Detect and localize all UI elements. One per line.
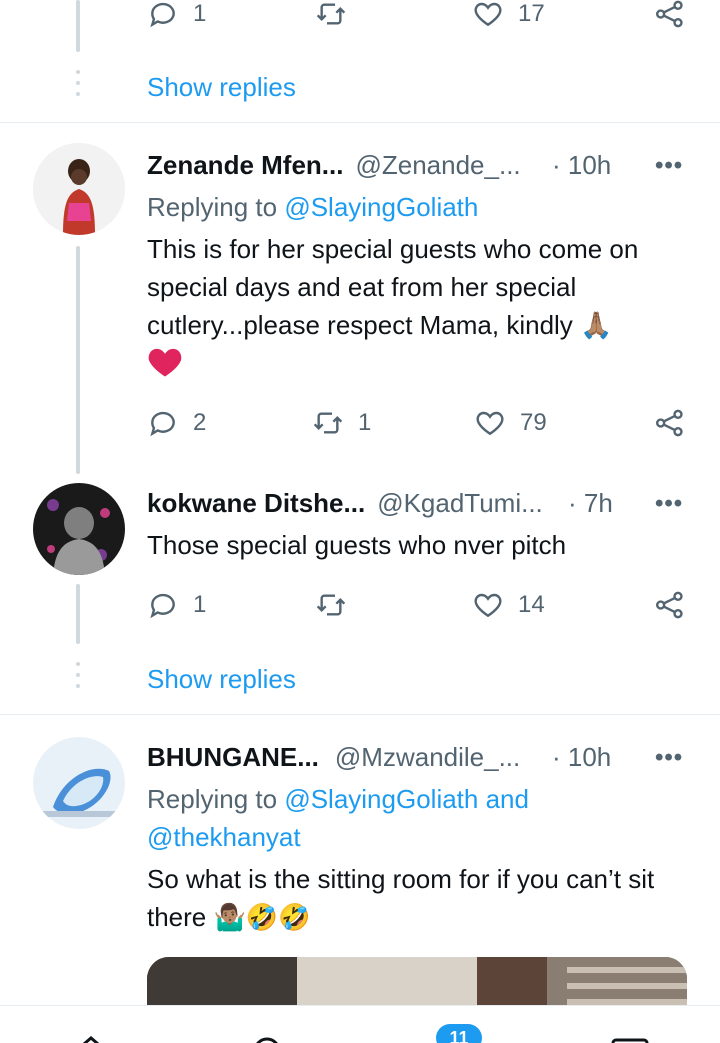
reply-button[interactable]: 1 — [147, 585, 206, 625]
share-icon — [656, 409, 683, 437]
avatar[interactable] — [33, 483, 125, 575]
notifications-badge: 11 — [436, 1024, 482, 1043]
reply-button[interactable]: 2 — [147, 403, 206, 443]
tweet-header: BHUNGANE... @Mzwandile_... — [147, 742, 520, 773]
tweet-text: This is for her special guests who come … — [147, 230, 697, 344]
more-options-button[interactable]: ••• — [655, 152, 683, 180]
thread-dots — [76, 70, 80, 103]
tweet-time[interactable]: · 10h — [552, 742, 611, 773]
show-replies-link[interactable]: Show replies — [147, 664, 296, 695]
replying-to: Replying to @SlayingGoliath and @thekhan… — [147, 780, 529, 856]
avatar[interactable] — [33, 143, 125, 235]
like-count: 14 — [518, 591, 545, 618]
avatar-image — [33, 737, 125, 829]
avatar-image — [33, 483, 125, 575]
reply-icon — [150, 411, 175, 437]
pray-emoji: 🙏🏽 — [580, 310, 613, 340]
reply-button[interactable]: 1 — [147, 0, 206, 34]
tweet-header: kokwane Ditshe... @KgadTumi... — [147, 488, 543, 519]
replying-prefix: Replying to — [147, 784, 285, 814]
more-options-button[interactable]: ••• — [655, 490, 683, 518]
user-handle[interactable]: @KgadTumi... — [377, 488, 543, 519]
tweet-time[interactable]: · 10h — [552, 150, 611, 181]
messages-icon[interactable] — [610, 1036, 650, 1043]
heart-icon — [474, 593, 502, 618]
retweet-icon — [313, 412, 343, 434]
tweet-text-content: This is for her special guests who come … — [147, 234, 639, 340]
avatar[interactable] — [33, 737, 125, 829]
tweet-header: Zenande Mfen... @Zenande_... — [147, 150, 521, 181]
retweet-count: 1 — [358, 409, 372, 436]
like-count: 17 — [518, 0, 545, 27]
reply-count: 1 — [193, 0, 207, 27]
home-icon[interactable] — [74, 1032, 108, 1043]
divider — [0, 122, 720, 123]
more-options-button[interactable]: ••• — [655, 744, 683, 772]
show-replies-link[interactable]: Show replies — [147, 72, 296, 103]
reply-count: 2 — [193, 409, 207, 436]
red-heart-icon — [148, 348, 182, 377]
like-button[interactable]: 17 — [472, 0, 545, 34]
red-heart-emoji — [147, 346, 183, 383]
heart-icon — [474, 2, 502, 27]
like-button[interactable]: 79 — [474, 403, 547, 443]
avatar-image — [33, 143, 125, 235]
tweet-text: Those special guests who nver pitch — [147, 530, 567, 560]
share-button[interactable] — [654, 585, 686, 625]
user-handle[interactable]: @Zenande_... — [355, 150, 520, 181]
retweet-button[interactable] — [315, 0, 347, 34]
reply-icon — [150, 593, 175, 619]
display-name[interactable]: BHUNGANE... — [147, 742, 319, 773]
mention-link[interactable]: @thekhanyat — [147, 822, 301, 852]
retweet-icon — [316, 594, 346, 616]
tweet-actions: 1 17 — [0, 0, 720, 34]
retweet-icon — [316, 3, 346, 25]
mention-link[interactable]: @SlayingGoliath and — [284, 784, 529, 814]
shrug-laugh-emoji: 🤷🏽‍♂️🤣🤣 — [213, 902, 311, 932]
divider — [0, 714, 720, 715]
user-handle[interactable]: @Mzwandile_... — [335, 742, 520, 773]
thread-dots — [76, 662, 80, 695]
reply-icon — [150, 2, 175, 28]
replying-to: Replying to @SlayingGoliath — [147, 188, 478, 226]
display-name[interactable]: kokwane Ditshe... — [147, 488, 365, 519]
share-icon — [656, 591, 683, 619]
like-button[interactable]: 14 — [472, 585, 545, 625]
heart-icon — [476, 411, 504, 436]
like-count: 79 — [520, 409, 547, 436]
search-icon[interactable] — [250, 1034, 284, 1043]
replying-prefix: Replying to — [147, 192, 285, 222]
reply-count: 1 — [193, 591, 207, 618]
retweet-button[interactable]: 1 — [312, 403, 371, 443]
share-icon — [656, 0, 683, 28]
share-button[interactable] — [654, 0, 686, 34]
tweet-actions: 2 1 79 — [0, 403, 720, 443]
tweet-text: So what is the sitting room for if you c… — [147, 860, 697, 936]
tweet-actions: 1 14 — [0, 585, 720, 625]
tweet-time[interactable]: · 7h — [568, 488, 613, 519]
share-button[interactable] — [654, 403, 686, 443]
retweet-button[interactable] — [315, 585, 347, 625]
display-name[interactable]: Zenande Mfen... — [147, 150, 343, 181]
bottom-navigation: 11 — [0, 1005, 720, 1043]
mention-link[interactable]: @SlayingGoliath — [284, 192, 478, 222]
